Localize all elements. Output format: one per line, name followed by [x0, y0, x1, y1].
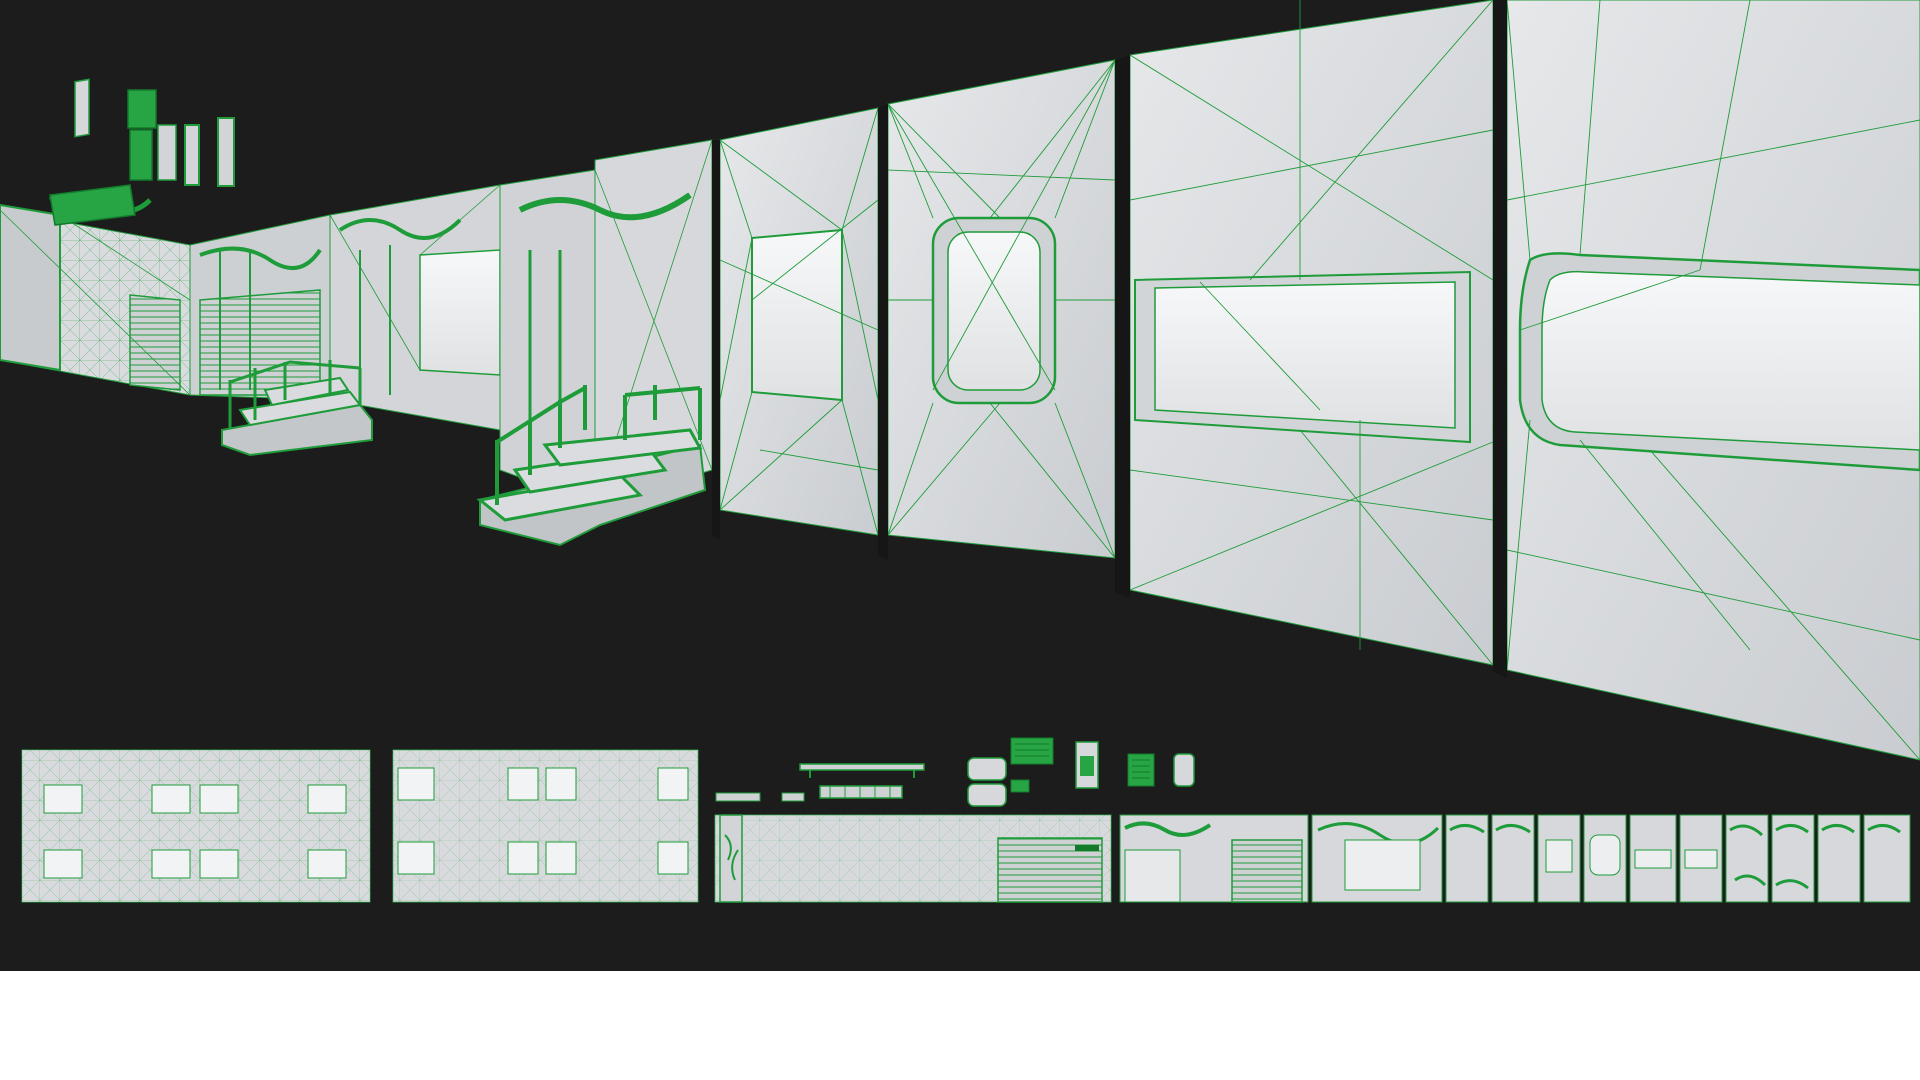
3d-viewport[interactable]	[0, 0, 1920, 971]
wireframe-scene	[0, 0, 1920, 971]
tile-set-row	[1119, 814, 1911, 903]
wall-panel-window-rounded	[1506, 0, 1920, 761]
blank-area	[0, 971, 1920, 1080]
wall-panel-porthole	[887, 59, 1116, 559]
wall-panel-window-wide	[1129, 0, 1494, 666]
wall-panel-window-small	[719, 107, 879, 536]
trim-strip	[714, 814, 1112, 903]
facade-tile-2	[392, 749, 699, 903]
facade-tile-1	[21, 749, 371, 903]
